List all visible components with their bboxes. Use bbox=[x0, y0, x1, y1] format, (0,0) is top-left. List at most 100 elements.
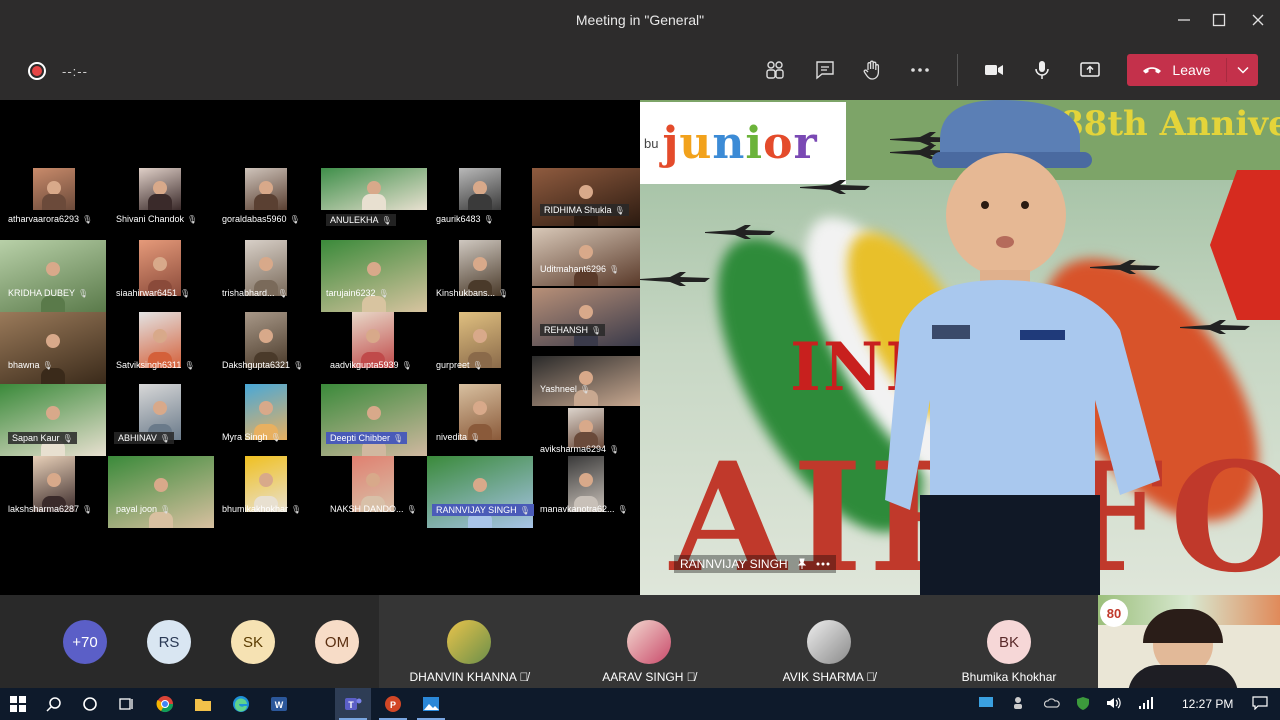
participant-tile[interactable] bbox=[321, 168, 427, 210]
participant-avatar-om[interactable]: OM bbox=[315, 620, 359, 664]
participant-tile[interactable] bbox=[0, 384, 106, 456]
raise-hand-icon bbox=[863, 60, 880, 80]
participants-button[interactable] bbox=[762, 58, 788, 82]
start-button[interactable] bbox=[6, 692, 30, 716]
close-button[interactable] bbox=[1246, 8, 1270, 32]
participant-name: trishabhard... bbox=[222, 288, 275, 298]
participant-tile[interactable] bbox=[0, 240, 106, 312]
participant-tile-bhumika[interactable]: BK Bhumika Khokhar bbox=[919, 595, 1099, 688]
participant-face bbox=[259, 180, 273, 195]
participant-face bbox=[259, 256, 273, 271]
participant-name-label: ANULEKHA 🎙 bbox=[326, 214, 396, 226]
photos-icon bbox=[423, 697, 439, 711]
camera-button[interactable] bbox=[981, 58, 1007, 82]
mic-muted-icon: 🎙 bbox=[609, 444, 620, 454]
more-icon bbox=[911, 68, 929, 72]
people-icon[interactable] bbox=[1012, 696, 1028, 713]
participant-avatar-sk[interactable]: SK bbox=[231, 620, 275, 664]
raise-hand-button[interactable] bbox=[859, 58, 885, 82]
maximize-button[interactable] bbox=[1207, 8, 1231, 32]
participant-face bbox=[153, 180, 167, 195]
participant-body bbox=[42, 194, 66, 210]
participant-body bbox=[254, 194, 278, 210]
network-icon[interactable] bbox=[1138, 696, 1154, 713]
windows-taskbar: W T P 12:27 PM bbox=[0, 688, 1280, 720]
leave-options-button[interactable] bbox=[1227, 54, 1258, 86]
participant-name-label: nivedita 🎙 bbox=[436, 432, 480, 442]
taskbar-clock[interactable]: 12:27 PM bbox=[1182, 697, 1233, 711]
photos-app[interactable] bbox=[419, 692, 443, 716]
volume-icon[interactable] bbox=[1106, 696, 1122, 713]
toolbar-divider bbox=[957, 54, 958, 86]
participant-name: RIDHIMA Shukla bbox=[544, 205, 612, 215]
leave-button[interactable]: Leave bbox=[1127, 54, 1226, 86]
participant-avatar-rs[interactable]: RS bbox=[147, 620, 191, 664]
cloud-icon[interactable] bbox=[1043, 696, 1060, 713]
participant-tile-avik[interactable]: AVIK SHARMA 🎙̸ bbox=[739, 595, 919, 688]
tray-app-icon[interactable] bbox=[978, 696, 994, 713]
microphone-button[interactable] bbox=[1029, 58, 1055, 82]
participant-name: ANULEKHA bbox=[330, 215, 379, 225]
word-app[interactable]: W bbox=[267, 692, 291, 716]
notifications-button[interactable] bbox=[1252, 696, 1268, 713]
logo-prefix: bu bbox=[644, 135, 659, 151]
participant-name-label: goraldabas5960 🎙 bbox=[222, 214, 300, 224]
participant-name: Satviksingh6311 bbox=[116, 360, 182, 370]
junior-logo: bu junior junior bbox=[640, 102, 846, 184]
search-icon bbox=[46, 697, 61, 712]
participant-tile[interactable] bbox=[139, 168, 181, 210]
participant-name: RANNVIJAY SINGH bbox=[436, 505, 517, 515]
participant-tile[interactable] bbox=[321, 384, 427, 456]
participant-name: Kinshukbans... bbox=[436, 288, 496, 298]
teams-app[interactable]: T bbox=[341, 692, 365, 716]
teams-meeting-window: Meeting in "General" --:-- Leave atharva… bbox=[0, 0, 1280, 720]
participant-name: REHANSH bbox=[544, 325, 589, 335]
participant-face bbox=[259, 400, 273, 415]
participant-face bbox=[579, 472, 593, 487]
participant-tile[interactable] bbox=[108, 456, 214, 528]
powerpoint-app[interactable]: P bbox=[381, 692, 405, 716]
participant-name: ABHINAV bbox=[118, 433, 157, 443]
presenter-video[interactable]: bu junior junior 88th Annivers IND AIR F… bbox=[640, 100, 1280, 595]
participant-face bbox=[473, 180, 487, 195]
participant-tile[interactable] bbox=[532, 168, 640, 226]
participant-tile[interactable] bbox=[427, 456, 533, 528]
share-screen-button[interactable] bbox=[1077, 58, 1103, 82]
participant-gallery: atharvaarora6293 🎙 Shivani Chandok 🎙 goralda… bbox=[0, 100, 640, 595]
participant-tile-aarav[interactable]: AARAV SINGH 🎙̸ bbox=[559, 595, 739, 688]
participant-tile-dhanvin[interactable]: DHANVIN KHANNA 🎙̸ bbox=[379, 595, 559, 688]
participant-tile[interactable] bbox=[568, 408, 604, 448]
more-participants-button[interactable]: +70 bbox=[63, 620, 107, 664]
participant-tile[interactable] bbox=[0, 312, 106, 384]
file-explorer-app[interactable] bbox=[191, 692, 215, 716]
pin-icon[interactable] bbox=[796, 558, 808, 570]
participant-tile[interactable] bbox=[532, 356, 640, 406]
participant-tile[interactable] bbox=[532, 288, 640, 346]
anniversary-badge: 80 bbox=[1100, 599, 1128, 627]
participant-tile[interactable] bbox=[245, 168, 287, 210]
search-button[interactable] bbox=[42, 692, 66, 716]
participant-tile[interactable] bbox=[321, 240, 427, 312]
avatar-initials: BK bbox=[987, 620, 1031, 664]
cortana-button[interactable] bbox=[78, 692, 102, 716]
self-view-video[interactable]: 80 bbox=[1098, 595, 1280, 688]
participant-name: AVIK SHARMA 🎙̸ bbox=[782, 670, 876, 684]
more-icon[interactable] bbox=[816, 562, 830, 566]
participant-tile[interactable] bbox=[459, 168, 501, 210]
chat-button[interactable] bbox=[812, 58, 838, 82]
phone-hangup-icon bbox=[1143, 67, 1162, 74]
security-icon[interactable] bbox=[1076, 696, 1090, 713]
task-view-button[interactable] bbox=[114, 692, 138, 716]
participant-tile[interactable] bbox=[33, 168, 75, 210]
more-actions-button[interactable] bbox=[907, 58, 933, 82]
svg-text:W: W bbox=[275, 700, 284, 710]
mic-muted-icon: 🎙 bbox=[187, 214, 198, 224]
meeting-control-bar: --:-- Leave bbox=[0, 40, 1280, 100]
chrome-app[interactable] bbox=[153, 692, 177, 716]
participant-face bbox=[367, 180, 381, 195]
participant-tile[interactable] bbox=[532, 228, 640, 286]
minimize-button[interactable] bbox=[1172, 8, 1196, 32]
mic-muted-icon: 🎙 bbox=[160, 504, 171, 514]
svg-text:T: T bbox=[348, 700, 354, 710]
edge-app[interactable] bbox=[229, 692, 253, 716]
